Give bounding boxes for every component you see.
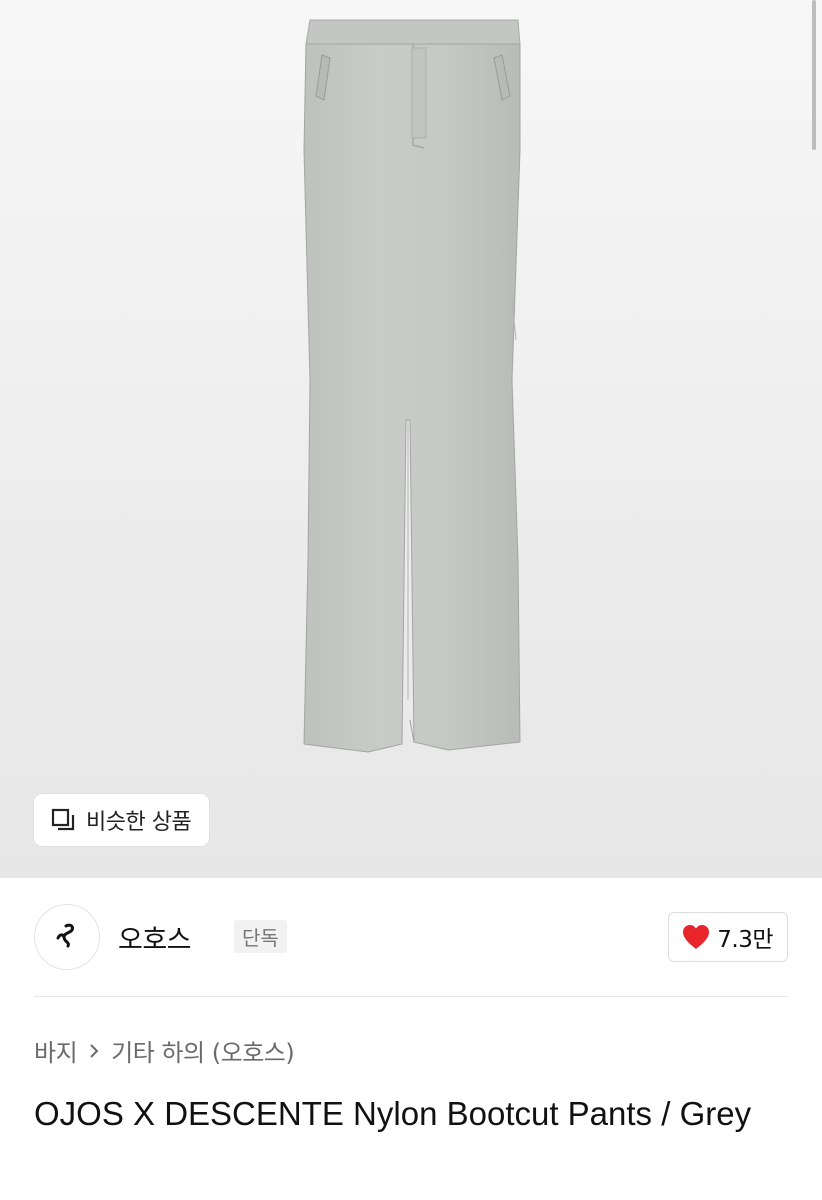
heart-icon xyxy=(681,923,711,951)
product-image[interactable]: 비슷한 상품 xyxy=(0,0,822,878)
shop-name[interactable]: 오호스 xyxy=(118,918,192,957)
copy-icon xyxy=(50,807,76,833)
shop-avatar[interactable] xyxy=(34,904,100,970)
breadcrumb-item-subcategory[interactable]: 기타 하의 (오호스) xyxy=(111,1033,295,1068)
similar-products-label: 비슷한 상품 xyxy=(86,810,192,835)
breadcrumb-item-category[interactable]: 바지 xyxy=(34,1033,78,1068)
exclusive-badge: 단독 xyxy=(234,920,287,953)
like-count: 7.3만 xyxy=(717,927,773,953)
product-detail-page: 비슷한 상품 오호스 단독 7.3만 바지 기타 하의 (오호스) OJOS X… xyxy=(0,0,822,1200)
like-button[interactable]: 7.3만 xyxy=(668,912,788,962)
pants-image xyxy=(303,19,521,753)
similar-products-button[interactable]: 비슷한 상품 xyxy=(34,794,210,846)
scrollbar[interactable] xyxy=(812,0,816,150)
shop-logo-icon xyxy=(52,920,82,954)
breadcrumb: 바지 기타 하의 (오호스) xyxy=(34,1033,295,1068)
divider xyxy=(34,996,788,997)
product-title: OJOS X DESCENTE Nylon Bootcut Pants / Gr… xyxy=(34,1095,752,1132)
shop-row: 오호스 단독 7.3만 xyxy=(34,904,788,970)
chevron-right-icon xyxy=(87,1041,101,1061)
